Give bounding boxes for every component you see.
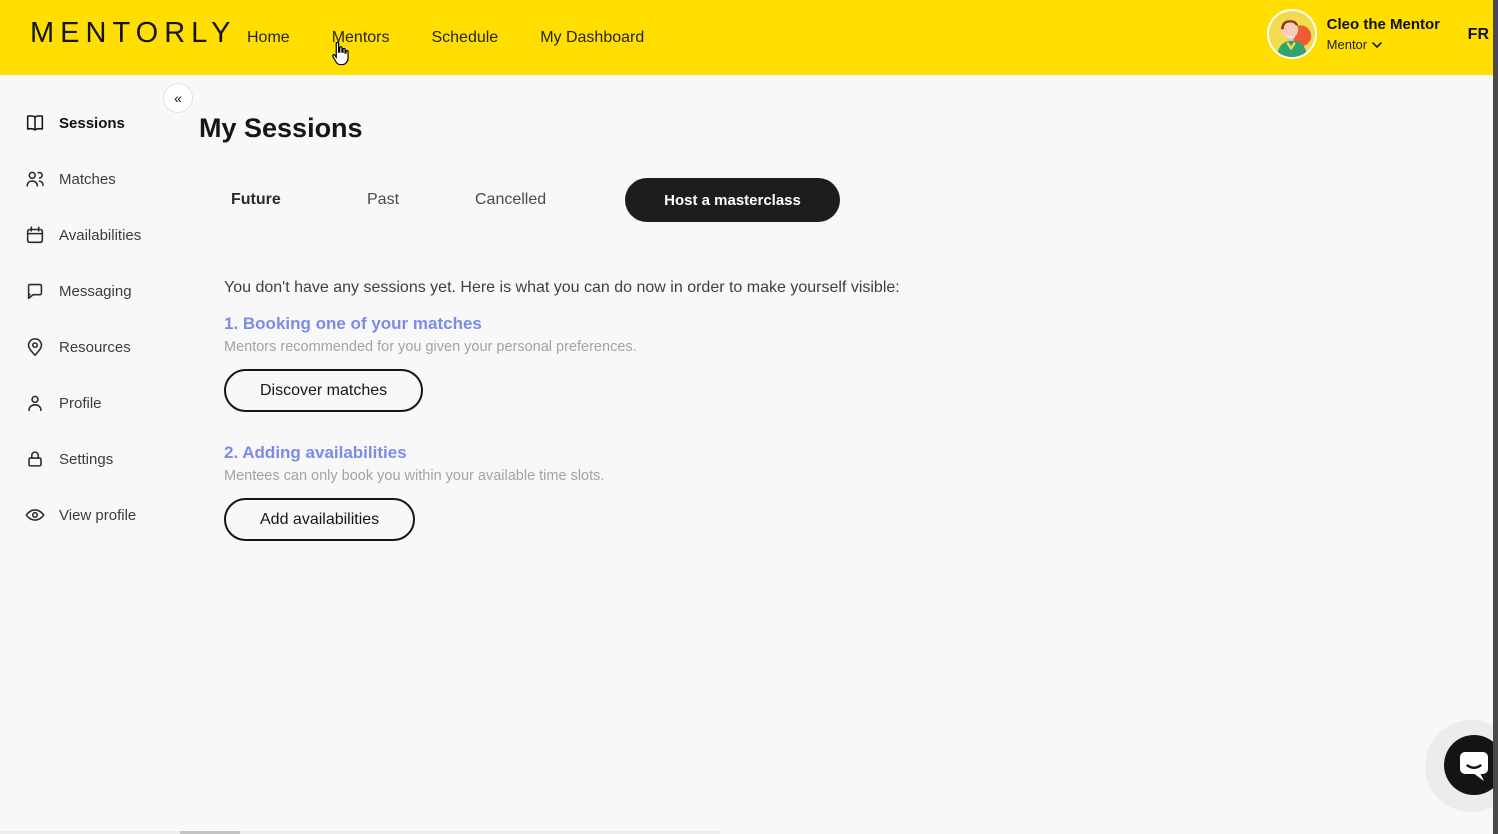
map-pin-icon [24,336,46,358]
nav-mentors[interactable]: Mentors [332,29,390,47]
main-nav: Home Mentors Schedule My Dashboard [247,0,644,75]
mentorly-logo[interactable]: MENTORLY [30,17,236,50]
sessions-tabs: Future Past Cancelled Host a masterclass [199,178,1099,222]
chat-bubble-icon [1444,735,1498,795]
discover-matches-button[interactable]: Discover matches [224,369,423,412]
step-1-description: Mentors recommended for you given your p… [224,339,637,355]
eye-icon [24,504,46,526]
sidebar-item-availabilities[interactable]: Availabilities [0,207,200,263]
people-icon [24,168,46,190]
tab-past[interactable]: Past [367,178,399,222]
chat-launcher-button[interactable] [1444,735,1498,795]
sidebar-item-view-profile[interactable]: View profile [0,487,200,543]
chat-icon [24,280,46,302]
sidebar-item-matches[interactable]: Matches [0,151,200,207]
sidebar-label: View profile [59,507,136,524]
step-2-heading: 2. Adding availabilities [224,443,407,463]
role-label: Mentor [1327,37,1367,52]
sidebar-label: Settings [59,451,113,468]
top-header: MENTORLY Home Mentors Schedule My Dashbo… [0,0,1498,75]
person-icon [24,392,46,414]
main-content: My Sessions Future Past Cancelled Host a… [199,75,1299,834]
sidebar-label: Availabilities [59,227,141,244]
book-icon [24,112,46,134]
add-availabilities-button[interactable]: Add availabilities [224,498,415,541]
sidebar-label: Sessions [59,115,125,132]
sidebar-label: Messaging [59,283,132,300]
host-masterclass-button[interactable]: Host a masterclass [625,178,840,222]
nav-home[interactable]: Home [247,29,290,47]
sidebar: Sessions Matches Availabilities Messagin… [0,75,200,543]
role-dropdown[interactable]: Mentor [1327,37,1440,52]
sidebar-item-profile[interactable]: Profile [0,375,200,431]
avatar[interactable] [1267,9,1317,59]
empty-sessions-message: You don't have any sessions yet. Here is… [224,279,900,297]
sidebar-label: Matches [59,171,116,188]
sidebar-label: Profile [59,395,102,412]
collapse-icon: « [174,90,182,106]
step-2-description: Mentees can only book you within your av… [224,468,604,484]
user-name: Cleo the Mentor [1327,16,1440,33]
tab-future[interactable]: Future [231,178,281,222]
language-toggle[interactable]: FR [1468,26,1489,44]
user-meta: Cleo the Mentor Mentor [1327,16,1440,52]
avatar-illustration [1269,11,1315,57]
tab-cancelled[interactable]: Cancelled [475,178,546,222]
user-menu[interactable]: Cleo the Mentor Mentor [1267,9,1440,59]
chevron-down-icon [1372,42,1382,48]
nav-my-dashboard[interactable]: My Dashboard [540,29,644,47]
sidebar-item-settings[interactable]: Settings [0,431,200,487]
lock-icon [24,448,46,470]
page-title: My Sessions [199,113,363,144]
sidebar-label: Resources [59,339,131,356]
vertical-scrollbar[interactable] [1493,0,1498,834]
sidebar-item-resources[interactable]: Resources [0,319,200,375]
step-1-heading: 1. Booking one of your matches [224,314,482,334]
sidebar-item-messaging[interactable]: Messaging [0,263,200,319]
nav-schedule[interactable]: Schedule [431,29,498,47]
calendar-icon [24,224,46,246]
sidebar-collapse-button[interactable]: « [163,83,193,113]
